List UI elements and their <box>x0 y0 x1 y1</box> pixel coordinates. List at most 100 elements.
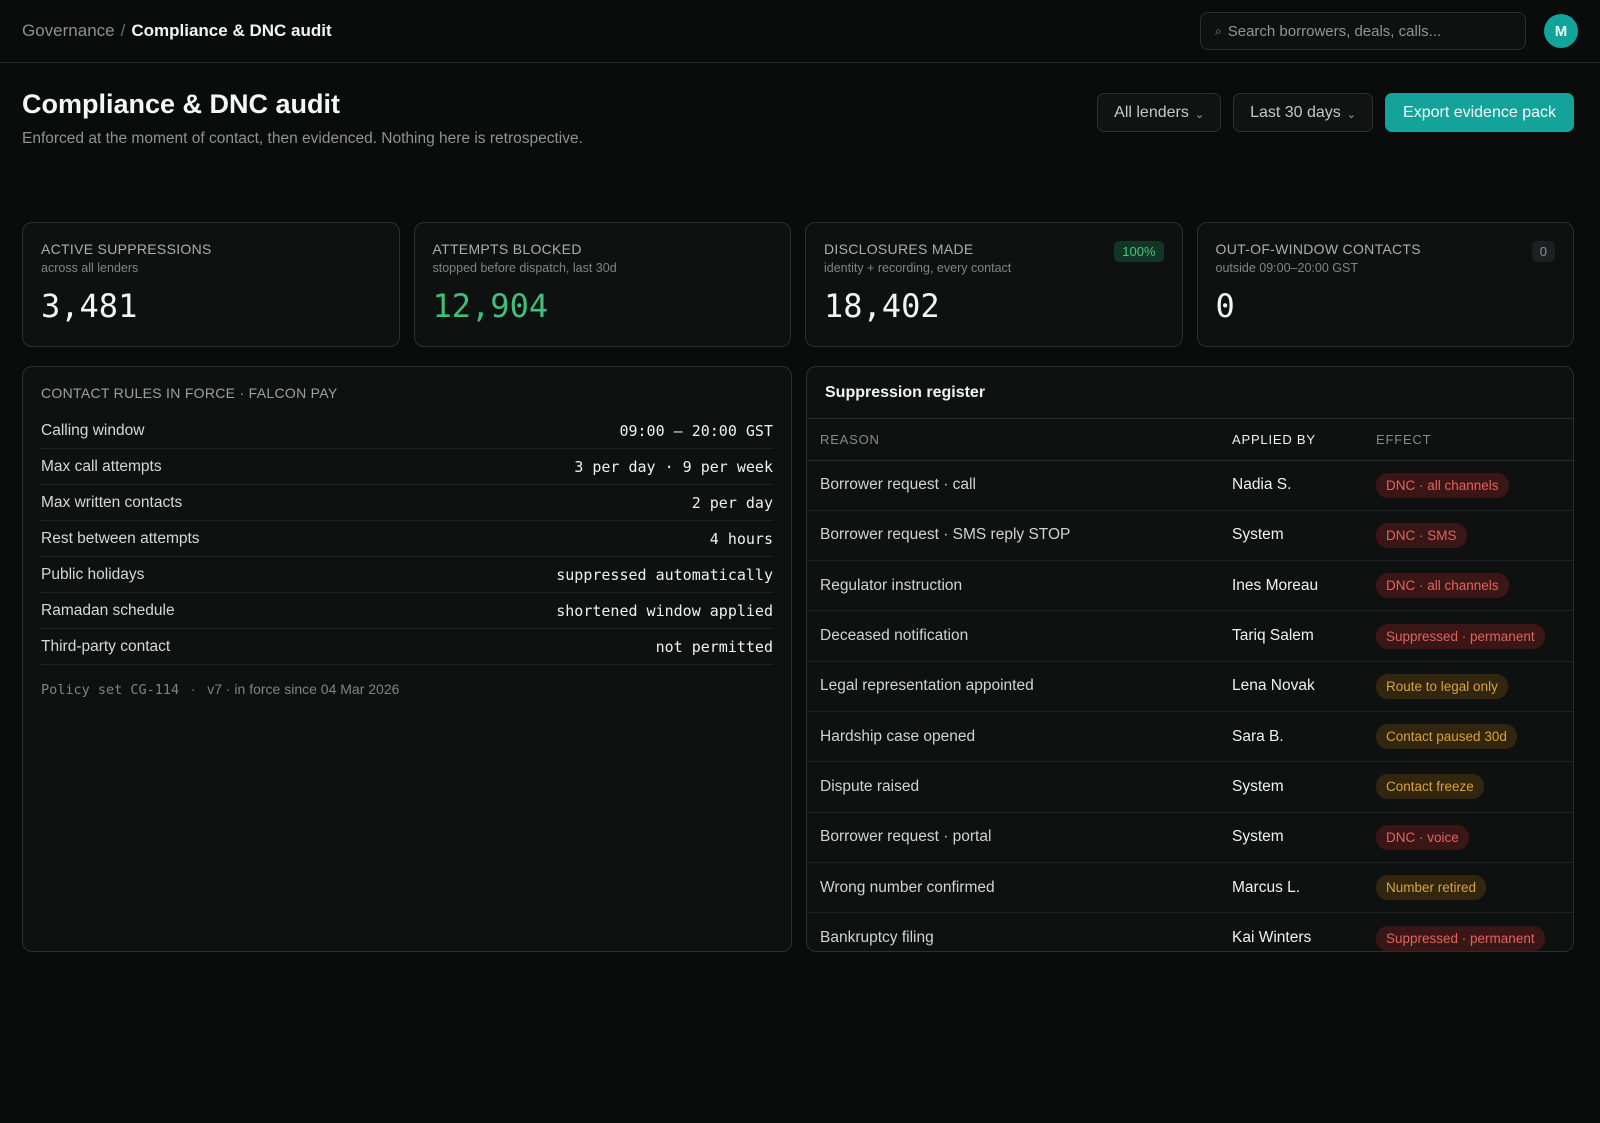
rule-row: Third-party contact not permitted <box>41 629 773 665</box>
kpi-value: 18,402 <box>824 287 940 325</box>
rule-row: Public holidays suppressed automatically <box>41 557 773 593</box>
rule-row: Calling window 09:00 – 20:00 GST <box>41 413 773 449</box>
rule-label: Max written contacts <box>41 493 183 511</box>
applied-by-cell: System <box>1232 510 1376 562</box>
policy-footer: Policy set CG-114 · v7 · in force since … <box>41 681 773 698</box>
effect-cell: Contact freeze <box>1376 761 1573 813</box>
status-badge: 100% <box>1114 241 1164 262</box>
table-row[interactable]: Legal representation appointed Lena Novak… <box>807 661 1573 712</box>
applied-by-cell: Kai Winters <box>1232 929 1312 947</box>
effect-badge: Suppressed · permanent <box>1376 925 1545 951</box>
applied-by-cell: Marcus L. <box>1232 862 1376 914</box>
applied-by-cell: Ines Moreau <box>1232 560 1376 612</box>
rules-heading: CONTACT RULES IN FORCE · FALCON PAY <box>41 385 338 401</box>
top-bar: Governance / Compliance & DNC audit ⌕ M <box>0 0 1600 63</box>
table-row[interactable]: Deceased notification Tariq Salem Suppress… <box>807 610 1573 662</box>
effect-cell: DNC · SMS <box>1376 510 1573 562</box>
lender-filter-select[interactable]: All lenders ⌄ <box>1097 93 1222 132</box>
register-table: REASON APPLIED BY EFFECT Borrower reques… <box>807 419 1573 951</box>
table-row[interactable]: Regulator instruction Ines Moreau DNC · al… <box>807 560 1573 612</box>
chevron-down-icon: ⌄ <box>1194 109 1205 121</box>
effect-badge: DNC · all channels <box>1376 472 1509 498</box>
rule-value: suppressed automatically <box>556 565 773 584</box>
kpi-label: ATTEMPTS BLOCKED <box>432 241 582 257</box>
count-badge: 0 <box>1531 241 1555 262</box>
kpi-sublabel: identity + recording, every contact <box>824 261 1012 275</box>
lender-filter-label: All lenders <box>1114 103 1189 121</box>
table-row[interactable]: Borrower request · SMS reply STOP System D… <box>807 510 1573 562</box>
kpi-label: ACTIVE SUPPRESSIONS <box>41 241 212 257</box>
table-row[interactable]: Wrong number confirmed Marcus L. Number re… <box>807 862 1573 914</box>
rule-value: 09:00 – 20:00 GST <box>619 421 773 440</box>
effect-cell: Number retired <box>1376 862 1573 914</box>
applied-by-cell: System <box>1232 761 1376 813</box>
applied-by-cell: Nadia S. <box>1232 460 1376 511</box>
column-header-reason: REASON <box>807 419 1232 461</box>
column-header-applied-by: APPLIED BY <box>1232 419 1376 461</box>
kpi-value: 0 <box>1215 287 1235 325</box>
rule-label: Max call attempts <box>41 457 162 475</box>
reason-cell: Deceased notification <box>807 610 1232 662</box>
effect-cell: DNC · all channels <box>1376 460 1573 511</box>
page-title: Compliance & DNC audit <box>22 89 341 119</box>
effect-cell: DNC · voice <box>1376 812 1573 863</box>
kpi-sublabel: across all lenders <box>41 261 139 275</box>
search-icon: ⌕ <box>1215 23 1222 38</box>
kpi-value: 3,481 <box>41 287 138 325</box>
kpi-row: ACTIVE SUPPRESSIONS across all lenders 3… <box>0 222 1600 347</box>
table-header-row: REASON APPLIED BY EFFECT <box>807 419 1573 461</box>
chevron-down-icon: ⌄ <box>1346 109 1357 121</box>
date-range-select[interactable]: Last 30 days ⌄ <box>1233 93 1374 132</box>
breadcrumb-separator: / <box>120 21 126 40</box>
rule-row: Rest between attempts 4 hours <box>41 521 773 557</box>
rule-value: shortened window applied <box>556 601 773 620</box>
kpi-disclosures-made: DISCLOSURES MADE identity + recording, e… <box>805 222 1183 347</box>
avatar[interactable]: M <box>1544 14 1578 48</box>
effect-badge: Contact freeze <box>1376 774 1484 800</box>
rule-value: 3 per day · 9 per week <box>574 457 773 476</box>
applied-by-cell: Lena Novak <box>1232 661 1376 712</box>
page-header: Compliance & DNC audit Enforced at the m… <box>0 63 1600 223</box>
kpi-sublabel: outside 09:00–20:00 GST <box>1215 261 1358 275</box>
effect-badge: Contact paused 30d <box>1376 724 1517 750</box>
date-range-label: Last 30 days <box>1250 103 1341 121</box>
register-title: Suppression register <box>807 367 1573 419</box>
table-row[interactable]: Hardship case opened Sara B. Contact pause… <box>807 711 1573 763</box>
rule-label: Calling window <box>41 421 145 439</box>
rule-label: Third-party contact <box>41 637 171 655</box>
effect-cell: Route to legal only <box>1376 661 1573 712</box>
applied-by-cell: System <box>1232 812 1376 863</box>
effect-badge: Route to legal only <box>1376 673 1508 699</box>
table-row[interactable]: Borrower request · portal System DNC · voi… <box>807 812 1573 863</box>
rule-label: Ramadan schedule <box>41 601 175 619</box>
contact-rules-panel: CONTACT RULES IN FORCE · FALCON PAY Call… <box>22 366 792 952</box>
table-row[interactable]: Borrower request · call Nadia S. DNC · all… <box>807 460 1573 511</box>
reason-cell: Hardship case opened <box>807 711 1232 763</box>
table-row[interactable]: Dispute raised System Contact freeze <box>807 761 1573 813</box>
rule-row: Max written contacts 2 per day <box>41 485 773 521</box>
reason-cell: Borrower request · call <box>807 460 1232 511</box>
export-evidence-button[interactable]: Export evidence pack <box>1385 93 1574 132</box>
effect-cell: Suppressed · permanent <box>1376 913 1573 951</box>
rule-value: 4 hours <box>709 529 773 548</box>
effect-badge: Number retired <box>1376 875 1487 901</box>
reason-cell: Borrower request · portal <box>807 812 1232 863</box>
effect-badge: Suppressed · permanent <box>1376 623 1545 649</box>
breadcrumb-governance[interactable]: Governance <box>22 21 115 41</box>
rule-value: not permitted <box>655 637 773 656</box>
applied-by-cell: Tariq Salem <box>1232 610 1376 662</box>
table-row[interactable]: Bankruptcy filing Kai Winters Suppressed ·… <box>807 913 1573 951</box>
kpi-attempts-blocked: ATTEMPTS BLOCKED stopped before dispatch… <box>413 222 791 347</box>
rule-label: Rest between attempts <box>41 529 200 547</box>
effect-cell: Suppressed · permanent <box>1376 610 1573 662</box>
kpi-sublabel: stopped before dispatch, last 30d <box>432 261 617 275</box>
effect-badge: DNC · SMS <box>1376 522 1467 548</box>
reason-cell: Legal representation appointed <box>807 661 1232 712</box>
effect-badge: DNC · voice <box>1376 824 1469 850</box>
search-input[interactable] <box>1227 22 1511 40</box>
suppression-register-panel: Suppression register REASON APPLIED BY E… <box>806 366 1574 952</box>
page-subtitle: Enforced at the moment of contact, then … <box>22 130 583 147</box>
effect-badge: DNC · all channels <box>1376 573 1509 599</box>
search-box: ⌕ <box>1200 12 1526 50</box>
applied-by-cell: Sara B. <box>1232 711 1376 763</box>
